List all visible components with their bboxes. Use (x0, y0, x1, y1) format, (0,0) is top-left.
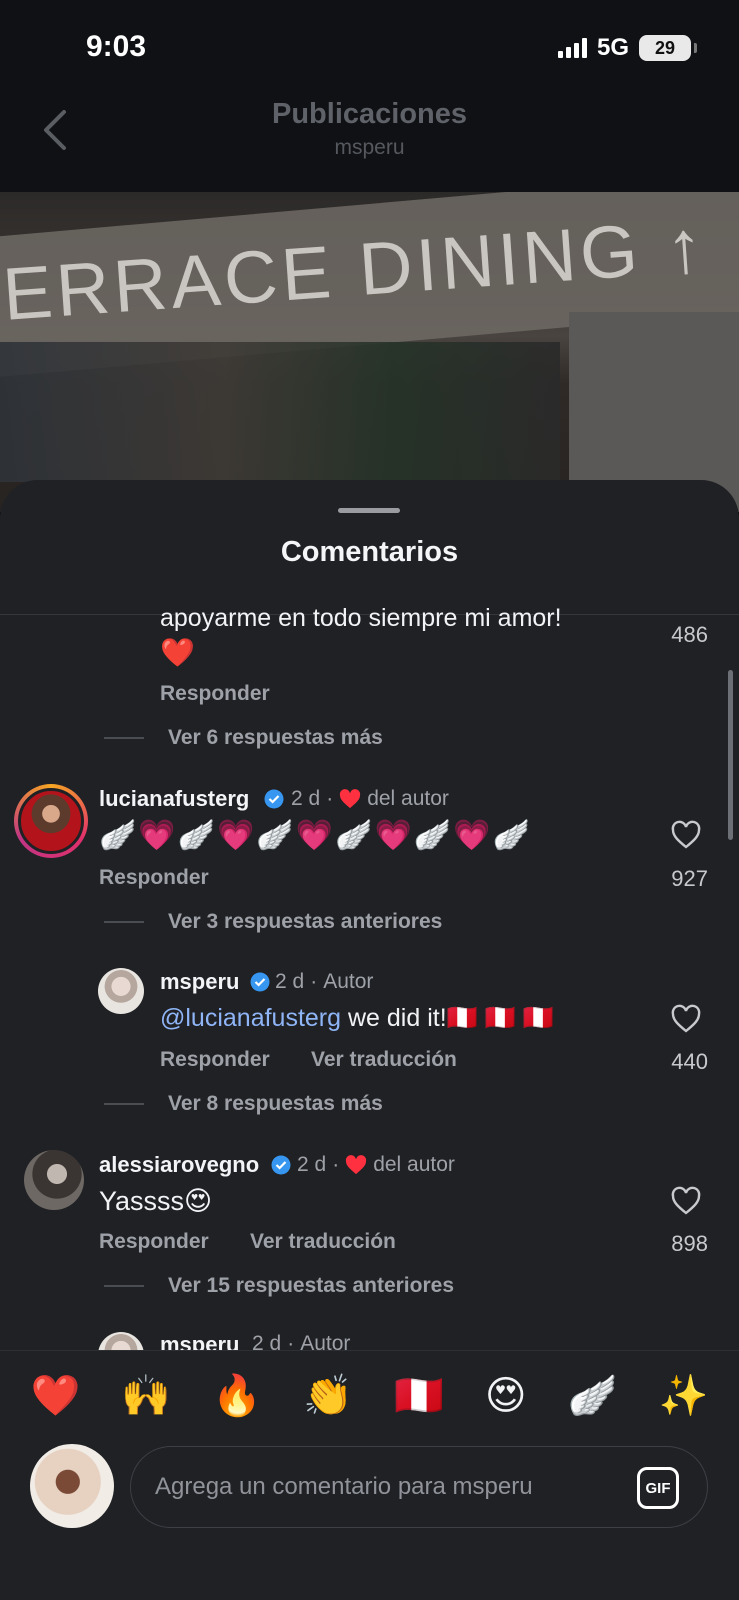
like-count: 440 (671, 1049, 708, 1074)
view-replies-button[interactable]: Ver 3 respuestas anteriores (104, 910, 442, 934)
emoji-quick-bar: ❤️ 🙌 🔥 👏 🇵🇪 😍 🪽 ✨ (0, 1350, 739, 1440)
comment-meta: 2 d · Autor (275, 970, 373, 994)
comment-meta: 2 d · del autor (291, 787, 449, 811)
comment-time: 2 d (252, 1332, 282, 1350)
meta-separator: · (287, 1332, 295, 1350)
sheet-title: Comentarios (280, 536, 459, 568)
author-like-label: del autor (373, 1153, 455, 1176)
battery-icon: 29 (639, 35, 697, 61)
comment-meta: 2 d · Autor (252, 1332, 350, 1350)
signal-icon (557, 38, 587, 58)
top-bar: 9:03 5G 29 Publicaciones msperu (0, 0, 739, 192)
heart-outline-icon[interactable] (670, 1186, 702, 1216)
avatar[interactable] (98, 1332, 144, 1350)
heart-outline-icon[interactable] (670, 1004, 702, 1034)
reply-button[interactable]: Responder (99, 866, 209, 890)
comment-username[interactable]: alessiarovegno (99, 1152, 259, 1178)
comment-text: 🪽💗🪽💗🪽💗🪽💗🪽💗🪽 (99, 819, 532, 852)
emoji-peru-flag-button[interactable]: 🇵🇪 (394, 1376, 444, 1416)
emoji-wing-button[interactable]: 🪽 (568, 1376, 618, 1416)
avatar[interactable] (14, 784, 88, 858)
gif-button[interactable]: GIF (637, 1467, 679, 1509)
comment-username[interactable]: lucianafusterg (99, 786, 249, 812)
reply-button[interactable]: Responder (160, 1048, 270, 1072)
author-like-label: del autor (367, 787, 449, 810)
meta-separator: · (326, 787, 334, 810)
like-count: 486 (671, 622, 708, 647)
meta-separator: · (332, 1153, 340, 1176)
reply-button[interactable]: Responder (99, 1230, 209, 1254)
post-image: ERRACE DINING ↑ (0, 192, 739, 512)
comment-time: 2 d (275, 970, 305, 993)
network-label: 5G (596, 34, 629, 61)
avatar[interactable] (24, 1150, 84, 1210)
meta-separator: · (310, 970, 318, 993)
reply-button[interactable]: Responder (160, 682, 270, 706)
view-replies-button[interactable]: Ver 6 respuestas más (104, 726, 383, 750)
translate-button[interactable]: Ver traducción (311, 1048, 457, 1072)
comment-input[interactable]: Agrega un comentario para msperu GIF (130, 1446, 708, 1528)
scrollbar[interactable] (728, 670, 733, 840)
emoji-fire-button[interactable]: 🔥 (212, 1376, 262, 1416)
like-count: 927 (671, 866, 708, 891)
view-replies-button[interactable]: Ver 8 respuestas más (104, 1092, 383, 1116)
mention-link[interactable]: @lucianafusterg (160, 1004, 341, 1032)
comment-input-placeholder: Agrega un comentario para msperu (155, 1473, 533, 1500)
author-badge: Autor (300, 1332, 351, 1350)
emoji-sparkles-button[interactable]: ✨ (659, 1376, 709, 1416)
partial-comment: msperu 2 d · Autor (0, 1322, 739, 1350)
comment-composer: Agrega un comentario para msperu GIF (0, 1440, 739, 1600)
view-replies-button[interactable]: Ver 15 respuestas anteriores (104, 1274, 454, 1298)
translate-button[interactable]: Ver traducción (250, 1230, 396, 1254)
current-user-avatar (30, 1444, 114, 1528)
emoji-heart-button[interactable]: ❤️ (31, 1376, 81, 1416)
status-time: 9:03 (86, 30, 147, 63)
comment-time: 2 d (297, 1153, 327, 1176)
emoji-clap-button[interactable]: 👏 (303, 1376, 353, 1416)
photo-storefront (0, 342, 560, 482)
comment-time: 2 d (291, 787, 321, 810)
comment-meta: 2 d · del autor (297, 1153, 455, 1177)
comment-username[interactable]: msperu (160, 969, 239, 995)
author-heart-icon (340, 789, 361, 809)
page-title: Publicaciones (271, 98, 467, 130)
verified-badge-icon (264, 789, 284, 809)
comment-text: we did it!🇵🇪 🇵🇪 🇵🇪 (341, 1004, 554, 1032)
comment-text-emoji: ❤️ (160, 637, 195, 668)
author-heart-icon (346, 1155, 367, 1175)
emoji-heart-eyes-button[interactable]: 😍 (485, 1376, 527, 1416)
page-subtitle[interactable]: msperu (0, 136, 739, 160)
comment-username[interactable]: msperu (160, 1332, 239, 1350)
comment-text-row: @lucianafusterg we did it!🇵🇪 🇵🇪 🇵🇪 (160, 1004, 554, 1033)
comment-text: apoyarme en todo siempre mi amor! (160, 604, 562, 632)
like-count: 898 (671, 1231, 708, 1256)
status-icons: 5G 29 (557, 34, 697, 62)
author-badge: Autor (323, 970, 374, 993)
comment-text: Yassss😍 (99, 1186, 213, 1216)
emoji-raised-hands-button[interactable]: 🙌 (121, 1376, 171, 1416)
heart-outline-icon[interactable] (670, 820, 702, 850)
verified-badge-icon (271, 1155, 291, 1175)
drag-handle[interactable] (338, 508, 400, 513)
avatar[interactable] (98, 968, 144, 1014)
verified-badge-icon (250, 972, 270, 992)
